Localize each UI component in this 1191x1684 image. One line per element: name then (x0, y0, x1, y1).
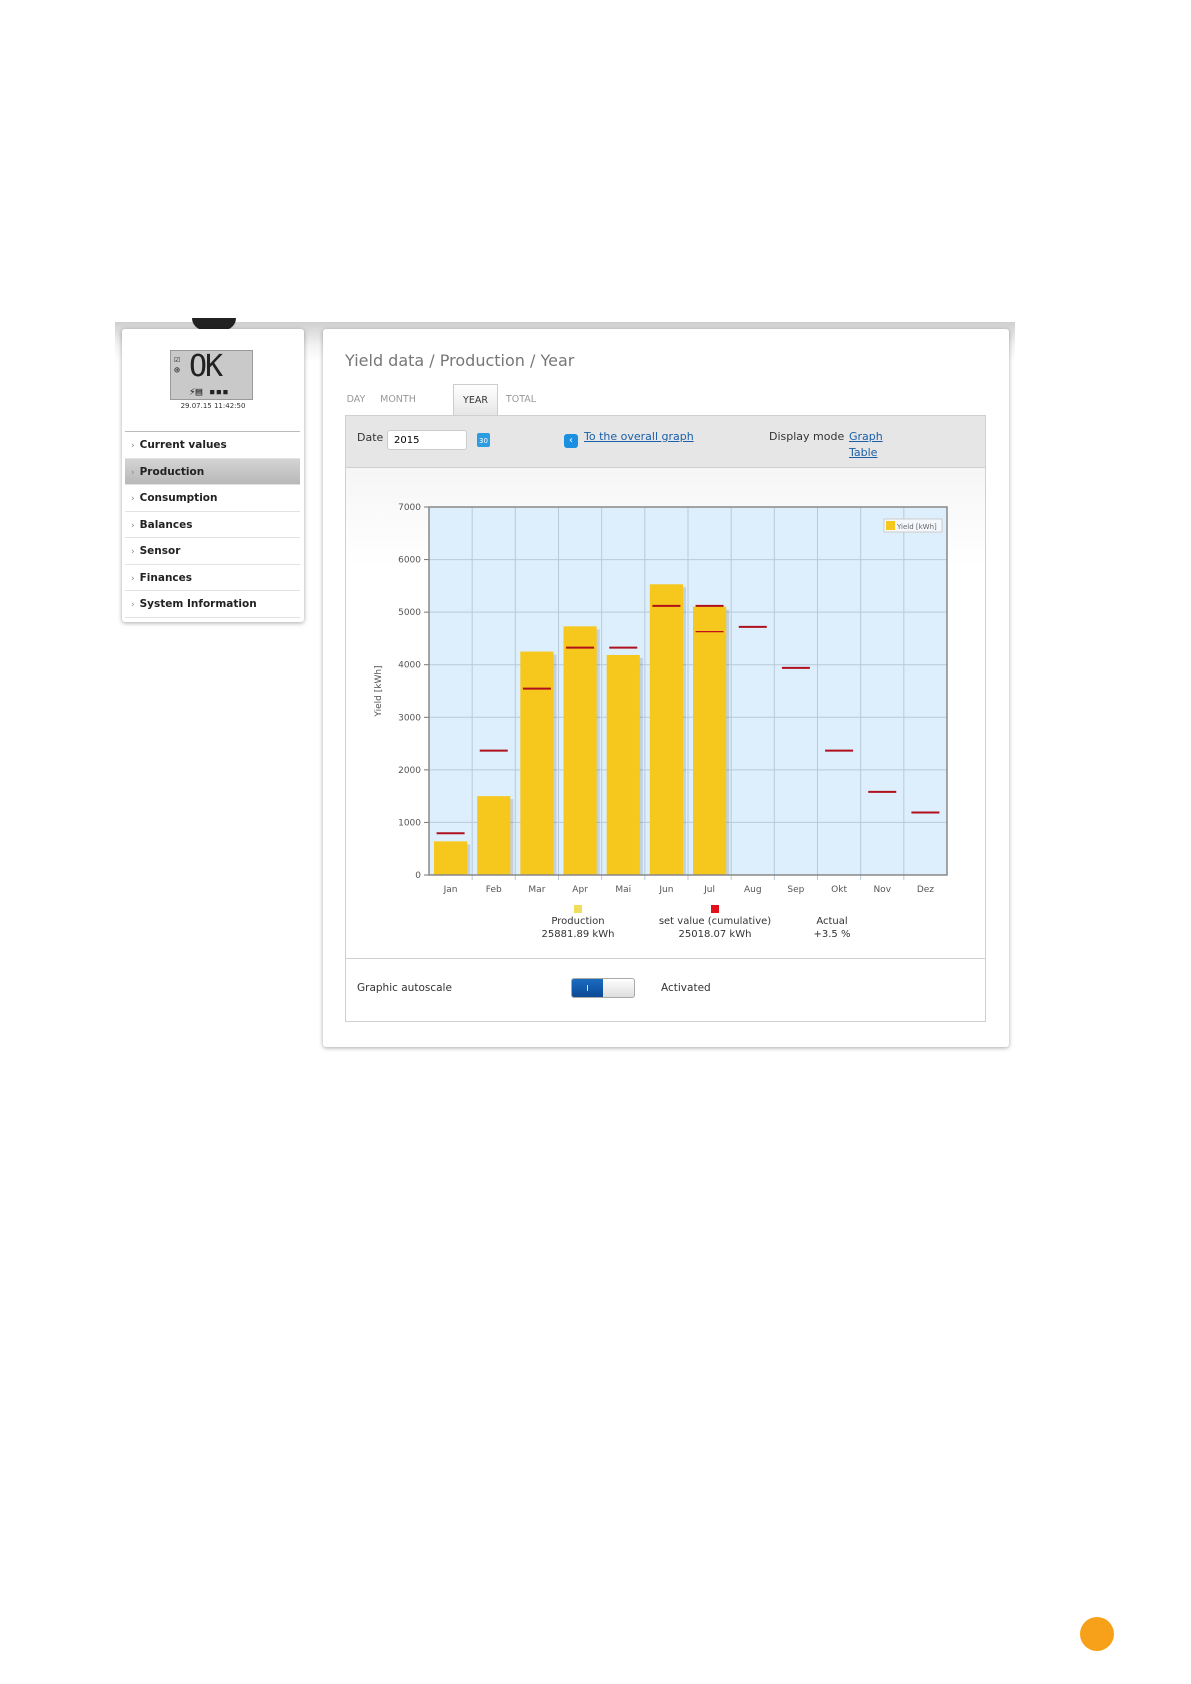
bar-mai (606, 654, 640, 875)
chevron-right-icon: › (131, 441, 135, 451)
content-panel: Date 30 ‹ To the overall graph Display m… (345, 415, 986, 1022)
sidebar-item-consumption[interactable]: › Consumption (125, 485, 300, 512)
lcd-bottom-icons: ⚡▤ ▪▪▪ (189, 385, 229, 398)
y-tick-label: 7000 (398, 503, 421, 513)
summary-value: +3.5 % (814, 929, 851, 940)
bar-apr (563, 626, 597, 875)
legend-label: Yield [kWh] (896, 523, 937, 531)
sidebar-item-label: Sensor (139, 545, 181, 557)
y-axis-title: Yield [kWh] (374, 665, 384, 717)
sidebar-item-current-values[interactable]: › Current values (125, 432, 300, 459)
sidebar-item-system-information[interactable]: › System Information (125, 591, 300, 618)
y-tick-label: 6000 (398, 556, 421, 566)
tab-day[interactable]: DAY (335, 384, 377, 415)
bar-jul (693, 606, 727, 875)
summary-value: 25018.07 kWh (679, 929, 752, 940)
x-tick-label: Dez (917, 885, 934, 895)
sidebar-item-label: Production (139, 465, 205, 478)
summary-swatch (711, 905, 719, 913)
lcd-status-text: OK (189, 349, 223, 384)
y-tick-label: 3000 (398, 713, 421, 723)
sidebar-item-balances[interactable]: › Balances (125, 512, 300, 538)
summary-label: Production (551, 916, 604, 927)
sidebar-item-sensor[interactable]: › Sensor (125, 538, 300, 565)
summary-swatch (574, 905, 582, 913)
tab-year[interactable]: YEAR (453, 384, 498, 415)
y-tick-label: 1000 (398, 818, 421, 828)
x-tick-label: Jul (703, 885, 715, 895)
divider (346, 958, 985, 959)
x-tick-label: Mar (528, 885, 545, 895)
sidebar-item-label: Balances (139, 518, 193, 531)
y-tick-label: 4000 (398, 661, 421, 671)
bar-feb (477, 796, 511, 875)
x-tick-label: Nov (873, 885, 891, 895)
x-tick-label: Okt (831, 885, 847, 895)
sidebar-item-label: Consumption (139, 492, 218, 504)
chevron-right-icon: › (131, 573, 135, 584)
sidebar: ☑ ⊕ OK ⚡▤ ▪▪▪ 29.07.15 11:42:50 › Current … (122, 329, 304, 622)
sidebar-menu: › Current values › Production › Consumption › B… (125, 431, 300, 618)
x-tick-label: Aug (744, 885, 762, 895)
lcd-icons: ☑ ⊕ (174, 354, 181, 376)
bar-mar (520, 651, 554, 875)
summary-label: set value (cumulative) (659, 916, 771, 927)
x-tick-label: Feb (486, 885, 502, 895)
sidebar-item-label: System Information (139, 598, 257, 610)
chevron-right-icon: › (131, 520, 135, 531)
lcd-timestamp: 29.07.15 11:42:50 (180, 402, 246, 410)
chevron-right-icon: › (131, 494, 135, 504)
autoscale-toggle[interactable]: I (571, 978, 635, 998)
autoscale-state: Activated (661, 982, 711, 994)
status-lcd-display: ☑ ⊕ OK ⚡▤ ▪▪▪ (170, 349, 253, 400)
autoscale-label: Graphic autoscale (357, 982, 452, 994)
x-tick-label: Apr (572, 885, 588, 895)
bar-jun (649, 584, 683, 875)
chevron-right-icon: › (131, 600, 135, 610)
x-tick-label: Jan (443, 885, 458, 895)
y-tick-label: 2000 (398, 766, 421, 776)
page-title: Yield data / Production / Year (345, 351, 575, 370)
x-tick-label: Jun (658, 885, 673, 895)
y-tick-label: 5000 (398, 608, 421, 618)
page-marker-dot (1080, 1617, 1114, 1651)
x-tick-label: Sep (787, 885, 804, 895)
sidebar-item-finances[interactable]: › Finances (125, 565, 300, 591)
sidebar-item-label: Finances (139, 571, 193, 584)
chevron-right-icon: › (131, 467, 135, 478)
tab-total[interactable]: TOTAL (499, 384, 543, 415)
toggle-on-label: I (572, 979, 603, 997)
yield-chart: 0 1000 2000 3000 4000 5000 6000 7000 Jan Feb Mar Ap… (374, 503, 948, 940)
y-tick-label: 0 (415, 871, 421, 881)
legend-swatch (886, 521, 895, 530)
sidebar-item-label: Current values (139, 439, 227, 451)
x-tick-label: Mai (615, 885, 631, 895)
sidebar-item-production[interactable]: › Production (125, 458, 300, 485)
bar-jan (434, 841, 468, 875)
main-card: Yield data / Production / Year DAY MONTH… (323, 329, 1009, 1047)
summary-label: Actual (816, 916, 847, 927)
tab-month[interactable]: MONTH (373, 384, 423, 415)
chevron-right-icon: › (131, 547, 135, 557)
summary-value: 25881.89 kWh (542, 929, 615, 940)
